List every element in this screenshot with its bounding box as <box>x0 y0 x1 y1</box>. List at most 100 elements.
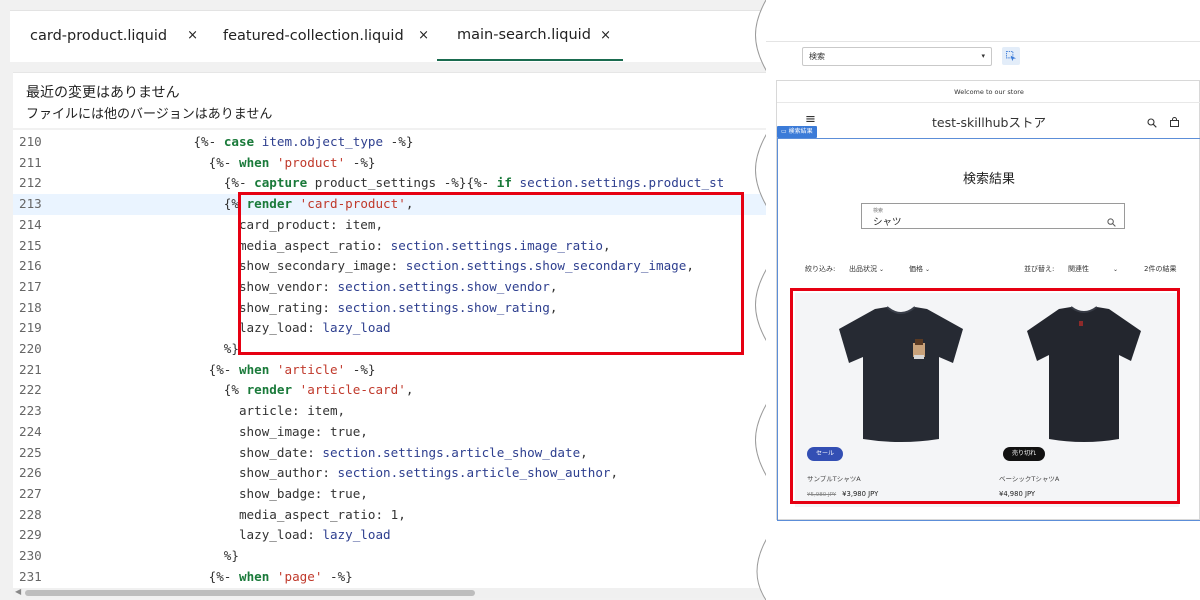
theme-preview-pane: 検索 ▾ Welcome to our store ≡ test-skillhu… <box>766 0 1200 600</box>
search-input-label: 検索 <box>873 208 884 214</box>
code-line[interactable]: show_date: section.settings.article_show… <box>57 443 588 464</box>
line-number: 229 <box>19 527 42 543</box>
close-icon[interactable]: × <box>600 28 611 43</box>
section-icon: ▭ <box>781 128 789 135</box>
code-line[interactable]: show_secondary_image: section.settings.s… <box>57 256 694 277</box>
code-line[interactable]: %} <box>57 339 239 360</box>
code-line[interactable]: {%- when 'page' -%} <box>57 567 353 588</box>
store-header: ≡ test-skillhubストア <box>777 104 1200 138</box>
chevron-down-icon: ⌄ <box>925 266 931 273</box>
section-select[interactable]: 検索 ▾ <box>802 47 992 66</box>
tab-label: main-search.liquid <box>457 27 591 43</box>
code-line[interactable]: article: item, <box>57 401 345 422</box>
line-number: 223 <box>19 403 42 419</box>
search-icon[interactable] <box>1107 212 1116 231</box>
line-number: 210 <box>19 134 42 149</box>
storefront-frame: Welcome to our store ≡ test-skillhubストア … <box>776 80 1200 521</box>
code-line[interactable]: {%- when 'article' -%} <box>57 360 376 381</box>
product-grid: セール サンプルTシャツA ¥5,980 JPY ¥3,980 JPY 売り切れ … <box>795 293 1179 507</box>
scroll-left-arrow-icon[interactable]: ◀ <box>15 587 21 596</box>
line-number: 224 <box>19 423 42 439</box>
code-line[interactable]: lazy_load: lazy_load <box>57 525 391 546</box>
inspect-cursor-icon[interactable] <box>1002 47 1020 65</box>
line-number: 225 <box>19 444 42 460</box>
code-line[interactable]: {% render 'card-product', <box>57 194 414 215</box>
code-line[interactable]: media_aspect_ratio: section.settings.ima… <box>57 236 611 257</box>
close-icon[interactable]: × <box>418 28 429 43</box>
code-line[interactable]: show_vendor: section.settings.show_vendo… <box>57 277 557 298</box>
line-number: 214 <box>19 216 42 232</box>
close-icon[interactable]: × <box>187 28 198 43</box>
line-number: 213 <box>19 196 42 212</box>
tab-label: featured-collection.liquid <box>223 28 404 44</box>
product-card[interactable]: 売り切れ ベーシックTシャツA ¥4,980 JPY <box>987 293 1177 507</box>
code-editor-pane: card-product.liquid × featured-collectio… <box>0 0 773 600</box>
code-line[interactable]: show_badge: true, <box>57 484 368 505</box>
tab-main-search[interactable]: main-search.liquid × <box>437 11 623 61</box>
code-area[interactable]: 210 {%- case item.object_type -%} 211 {%-… <box>13 130 773 590</box>
section-select-value: 検索 <box>809 52 825 61</box>
line-number: 218 <box>19 299 42 315</box>
horizontal-scrollbar[interactable]: ◀ <box>13 587 773 598</box>
code-line[interactable]: {% render 'article-card', <box>57 380 414 401</box>
line-number: 217 <box>19 278 42 294</box>
code-line[interactable]: lazy_load: lazy_load <box>57 318 391 339</box>
line-number: 212 <box>19 175 42 191</box>
line-number: 220 <box>19 341 42 356</box>
tab-label: card-product.liquid <box>30 28 168 44</box>
line-number: 215 <box>19 237 42 253</box>
announcement-bar: Welcome to our store <box>777 81 1200 103</box>
filter-availability-label: 出品状況 <box>849 265 877 273</box>
product-name[interactable]: サンプルTシャツA <box>807 473 861 483</box>
code-line[interactable]: show_author: section.settings.article_sh… <box>57 463 618 484</box>
tab-card-product[interactable]: card-product.liquid × <box>10 11 210 61</box>
code-line[interactable]: {%- capture product_settings -%}{%- if s… <box>57 173 724 194</box>
scrollbar-thumb[interactable] <box>25 590 475 596</box>
code-line[interactable]: show_image: true, <box>57 422 368 443</box>
search-icon[interactable] <box>1147 113 1157 132</box>
section-tag: ▭ 検索結果 <box>777 126 817 138</box>
code-line[interactable]: media_aspect_ratio: 1, <box>57 505 406 526</box>
chevron-down-icon: ⌄ <box>879 266 885 273</box>
line-number: 227 <box>19 485 42 501</box>
code-line[interactable]: show_rating: section.settings.show_ratin… <box>57 298 557 319</box>
sold-out-badge: 売り切れ <box>1003 447 1046 461</box>
cart-icon[interactable] <box>1169 113 1180 132</box>
line-number: 211 <box>19 154 42 170</box>
line-number: 216 <box>19 258 42 274</box>
history-subtitle: ファイルには他のバージョンはありません <box>26 107 273 122</box>
product-card[interactable]: セール サンプルTシャツA ¥5,980 JPY ¥3,980 JPY <box>795 293 985 507</box>
product-image-tshirt[interactable] <box>1021 305 1147 443</box>
code-line[interactable]: card_product: item, <box>57 215 383 236</box>
results-count: 2件の結果 <box>1144 265 1177 273</box>
filter-by-label: 絞り込み: <box>805 265 836 273</box>
code-line[interactable]: {%- case item.object_type -%} <box>57 132 413 153</box>
product-image-tshirt[interactable] <box>835 305 967 443</box>
line-number: 231 <box>19 568 42 584</box>
compare-at-price: ¥5,980 JPY <box>807 492 837 498</box>
section-tag-label: 検索結果 <box>788 128 813 135</box>
tab-featured-collection[interactable]: featured-collection.liquid × <box>203 11 441 61</box>
editor-tab-bar: card-product.liquid × featured-collectio… <box>10 10 770 62</box>
sale-badge: セール <box>807 447 844 461</box>
code-line[interactable]: {%- when 'product' -%} <box>57 153 376 174</box>
sale-price: ¥3,980 JPY <box>842 490 879 498</box>
product-name[interactable]: ベーシックTシャツA <box>999 473 1059 483</box>
chevron-down-icon: ⌄ <box>1113 266 1119 273</box>
line-number: 230 <box>19 548 42 563</box>
chevron-down-icon: ▾ <box>981 52 985 60</box>
line-number: 228 <box>19 506 42 522</box>
line-number: 222 <box>19 382 42 398</box>
sort-select[interactable]: 関連性 ⌄ <box>1068 264 1118 274</box>
history-title: 最近の変更はありません <box>26 85 180 101</box>
code-line[interactable]: %} <box>57 546 239 567</box>
sort-select-value: 関連性 <box>1068 265 1089 273</box>
filter-price[interactable]: 価格 ⌄ <box>909 264 930 274</box>
product-price: ¥4,980 JPY <box>999 490 1036 498</box>
search-input[interactable]: 検索 シャツ <box>861 203 1125 229</box>
search-input-value: シャツ <box>873 217 902 228</box>
divider <box>766 41 1200 42</box>
store-brand[interactable]: test-skillhubストア <box>777 112 1200 131</box>
sort-by-label: 並び替え: <box>1024 265 1055 273</box>
filter-availability[interactable]: 出品状況 ⌄ <box>849 264 884 274</box>
